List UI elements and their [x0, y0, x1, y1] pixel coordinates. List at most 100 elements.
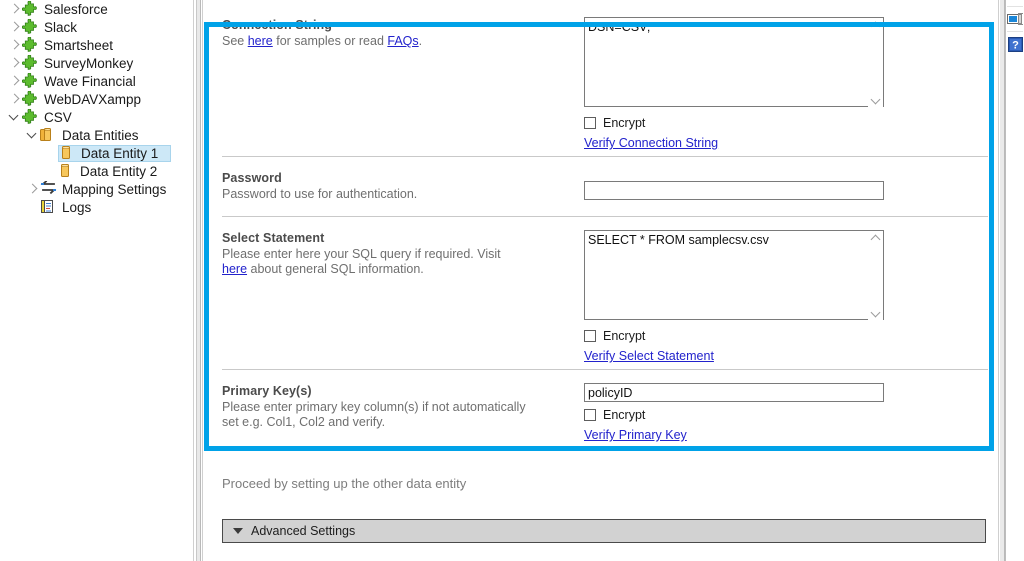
tool-divider — [1007, 31, 1023, 32]
left-pane-scrollbar-thumb[interactable] — [196, 0, 201, 561]
connection-string-desc-after: . — [419, 34, 422, 48]
tree-item-label: Logs — [62, 200, 97, 215]
connection-string-desc-before: See — [222, 34, 248, 48]
connection-string-title: Connection String — [222, 18, 584, 33]
folder-db-icon — [40, 127, 58, 143]
connection-string-encrypt-checkbox[interactable] — [584, 117, 596, 129]
connection-string-faqs-link[interactable]: FAQs — [387, 34, 418, 48]
verify-primary-key-link[interactable]: Verify Primary Key — [584, 428, 687, 442]
select-statement-encrypt-row[interactable]: Encrypt — [584, 329, 998, 343]
advanced-settings-bar[interactable]: Advanced Settings — [222, 519, 986, 543]
connection-string-here-link[interactable]: here — [248, 34, 273, 48]
right-tool-strip: ? — [1006, 0, 1024, 561]
plugin-icon — [22, 1, 38, 16]
connection-string-input[interactable] — [584, 17, 884, 107]
twisty-spacer — [42, 144, 58, 162]
chevron-right-icon[interactable] — [6, 0, 22, 18]
help-question-icon: ? — [1008, 37, 1023, 52]
advanced-settings-label: Advanced Settings — [251, 524, 355, 538]
tree-item-content[interactable]: WebDAVXampp — [22, 91, 153, 108]
primary-keys-encrypt-checkbox[interactable] — [584, 409, 596, 421]
data-entity-settings-panel: Connection String See here for samples o… — [204, 0, 998, 561]
plugin-icon — [22, 91, 40, 107]
logs-icon — [40, 199, 58, 215]
tree-item-content[interactable]: Smartsheet — [22, 37, 125, 54]
connection-string-encrypt-row[interactable]: Encrypt — [584, 116, 998, 130]
chevron-right-icon[interactable] — [6, 18, 22, 36]
connector-tree-pane[interactable]: SalesforceSlackSmartsheetSurveyMonkeyWav… — [0, 0, 193, 561]
select-statement-encrypt-label: Encrypt — [603, 329, 645, 343]
plugin-icon — [22, 19, 40, 35]
tree-item-data-entity-1[interactable]: Data Entity 1 — [0, 144, 193, 162]
tree-item-mapping-settings[interactable]: Mapping Settings — [0, 180, 193, 198]
tree-item-csv[interactable]: CSV — [0, 108, 193, 126]
help-button[interactable]: ? — [1006, 33, 1024, 55]
connection-string-desc-middle: for samples or read — [273, 34, 388, 48]
tree-item-salesforce[interactable]: Salesforce — [0, 0, 193, 18]
select-statement-encrypt-checkbox[interactable] — [584, 330, 596, 342]
tree-item-content[interactable]: Data Entity 2 — [58, 163, 169, 180]
plugin-icon — [22, 1, 40, 17]
twisty-spacer — [24, 198, 40, 216]
chevron-right-icon[interactable] — [6, 90, 22, 108]
proceed-hint-text: Proceed by setting up the other data ent… — [204, 448, 998, 491]
plugin-icon — [22, 55, 38, 70]
chevron-right-icon[interactable] — [6, 72, 22, 90]
select-statement-here-link[interactable]: here — [222, 262, 247, 276]
left-pane-scrollbar[interactable] — [193, 0, 203, 561]
content-scrollbar[interactable] — [998, 0, 1006, 561]
svg-text:?: ? — [1012, 39, 1019, 51]
db-icon — [59, 145, 77, 161]
chevron-right-icon[interactable] — [24, 180, 40, 198]
chevron-down-icon[interactable] — [24, 126, 40, 144]
settings-form: Connection String See here for samples o… — [204, 0, 998, 491]
tree-item-surveymonkey[interactable]: SurveyMonkey — [0, 54, 193, 72]
chevron-right-icon[interactable] — [6, 54, 22, 72]
tree-item-content[interactable]: Wave Financial — [22, 73, 148, 90]
password-title: Password — [222, 171, 584, 186]
primary-keys-encrypt-label: Encrypt — [603, 408, 645, 422]
section-password: Password Password to use for authenticat… — [204, 157, 998, 217]
tool-divider — [1007, 6, 1023, 7]
tree-item-content[interactable]: Slack — [22, 19, 89, 36]
tree-item-label: Mapping Settings — [62, 182, 172, 197]
tree-item-content[interactable]: SurveyMonkey — [22, 55, 145, 72]
tree-item-content[interactable]: Logs — [40, 199, 103, 216]
tree-item-data-entities[interactable]: Data Entities — [0, 126, 193, 144]
verify-connection-string-link[interactable]: Verify Connection String — [584, 136, 718, 150]
content-scrollbar-thumb[interactable] — [1000, 0, 1005, 561]
tree-item-content[interactable]: Data Entities — [40, 127, 151, 144]
tree-item-content[interactable]: Salesforce — [22, 1, 120, 18]
chevron-down-icon[interactable] — [6, 108, 22, 126]
db-icon — [58, 163, 72, 178]
connection-string-description: See here for samples or read FAQs. — [222, 34, 584, 49]
select-statement-title: Select Statement — [222, 231, 584, 246]
tree-item-smartsheet[interactable]: Smartsheet — [0, 36, 193, 54]
select-statement-description: Please enter here your SQL query if requ… — [222, 247, 584, 277]
tree-item-content[interactable]: Data Entity 1 — [58, 145, 171, 162]
section-connection-string: Connection String See here for samples o… — [204, 0, 998, 157]
tree-item-content[interactable]: CSV — [22, 109, 84, 126]
verify-select-statement-link[interactable]: Verify Select Statement — [584, 349, 714, 363]
tree-item-data-entity-2[interactable]: Data Entity 2 — [0, 162, 193, 180]
tree-item-webdavxampp[interactable]: WebDAVXampp — [0, 90, 193, 108]
plugin-icon — [22, 109, 40, 125]
tree-item-logs[interactable]: Logs — [0, 198, 193, 216]
tree-item-wave-financial[interactable]: Wave Financial — [0, 72, 193, 90]
db-icon — [58, 163, 76, 179]
panel-toggle-button[interactable] — [1006, 8, 1024, 30]
select-statement-input[interactable] — [584, 230, 884, 320]
tree-item-label: Data Entity 2 — [80, 164, 163, 179]
tree-item-slack[interactable]: Slack — [0, 18, 193, 36]
password-input[interactable] — [584, 181, 884, 200]
primary-keys-encrypt-row[interactable]: Encrypt — [584, 408, 998, 422]
mapping-arrows-icon — [40, 181, 58, 195]
primary-keys-input[interactable] — [584, 383, 884, 402]
tree-item-content[interactable]: Mapping Settings — [40, 181, 178, 198]
tree-item-label: CSV — [44, 110, 78, 125]
chevron-right-icon[interactable] — [6, 36, 22, 54]
connection-string-encrypt-label: Encrypt — [603, 116, 645, 130]
password-description: Password to use for authentication. — [222, 187, 584, 202]
plugin-icon — [22, 19, 38, 34]
select-statement-input-wrapper — [584, 230, 884, 323]
